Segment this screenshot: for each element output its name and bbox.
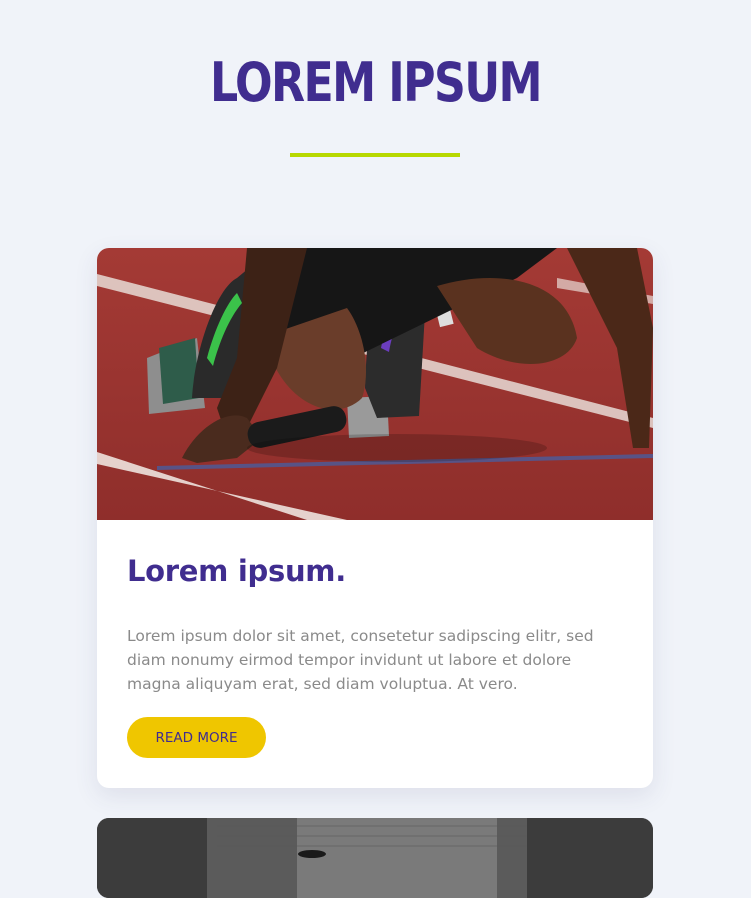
read-more-button[interactable]: Read more bbox=[127, 717, 266, 758]
page-title: LOREM IPSUM bbox=[210, 51, 543, 114]
title-underline bbox=[290, 153, 460, 157]
article-card bbox=[97, 818, 653, 898]
card-image bbox=[97, 248, 653, 520]
card-image bbox=[97, 818, 653, 898]
article-card: Lorem ipsum. Lorem ipsum dolor sit amet,… bbox=[97, 248, 653, 788]
card-title: Lorem ipsum. bbox=[127, 554, 346, 588]
card-body: Lorem ipsum dolor sit amet, consetetur s… bbox=[127, 627, 594, 693]
